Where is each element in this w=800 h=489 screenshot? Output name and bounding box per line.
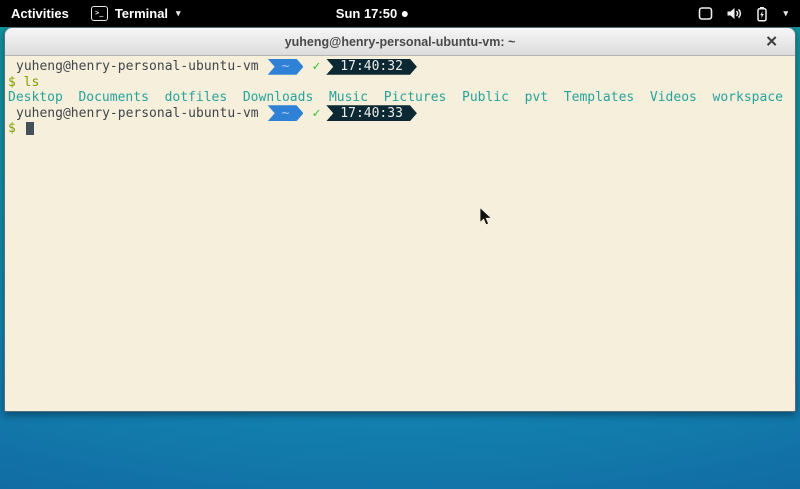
terminal-cursor [26, 122, 34, 135]
battery-charging-icon [755, 6, 769, 22]
status-check-icon: ✓ [312, 106, 320, 122]
window-title: yuheng@henry-personal-ubuntu-vm: ~ [285, 35, 516, 49]
window-icon [698, 6, 713, 21]
terminal-window: yuheng@henry-personal-ubuntu-vm: ~ ✕ yuh… [4, 27, 796, 412]
prompt-path: ~ [282, 59, 290, 75]
close-button[interactable]: ✕ [765, 34, 778, 49]
directory-name: Downloads [243, 90, 313, 105]
activities-button[interactable]: Activities [0, 0, 80, 27]
prompt-dollar: $ [8, 75, 16, 90]
directory-name: workspace [713, 90, 783, 105]
prompt-dollar: $ [8, 121, 16, 136]
current-command-line[interactable]: $ [8, 121, 792, 137]
app-menu-label: Terminal [115, 6, 168, 21]
title-bar[interactable]: yuheng@henry-personal-ubuntu-vm: ~ ✕ [5, 28, 795, 56]
prompt-path: ~ [282, 106, 290, 122]
directory-name: pvt [525, 90, 548, 105]
directory-name: Documents [78, 90, 148, 105]
command-line: $ ls [8, 75, 792, 91]
volume-icon [726, 6, 742, 21]
powerline-path-segment: ~ [268, 59, 304, 75]
powerline-time-segment: 17:40:32 [326, 59, 417, 75]
directory-name: Pictures [384, 90, 447, 105]
notification-dot [402, 11, 408, 17]
chevron-down-icon: ▾ [783, 8, 788, 19]
powerline-time-segment: 17:40:33 [326, 105, 417, 121]
directory-name: Public [462, 90, 509, 105]
powerline-path-segment: ~ [268, 105, 304, 121]
directory-name: Videos [650, 90, 697, 105]
terminal-content[interactable]: yuheng@henry-personal-ubuntu-vm ~ ✓ 17:4… [5, 56, 795, 411]
typed-command: ls [24, 75, 40, 90]
directory-name: Templates [564, 90, 634, 105]
chevron-down-icon: ▾ [176, 8, 181, 19]
prompt-user-host: yuheng@henry-personal-ubuntu-vm [16, 106, 259, 122]
prompt-line: yuheng@henry-personal-ubuntu-vm ~ ✓ 17:4… [8, 106, 792, 122]
mouse-pointer [479, 207, 493, 227]
status-check-icon: ✓ [312, 59, 320, 75]
top-bar: Activities >_ Terminal ▾ Sun 17:50 ▾ [0, 0, 800, 27]
ls-output-line: Desktop Documents dotfiles Downloads Mus… [8, 90, 792, 106]
prompt-time: 17:40:33 [340, 106, 403, 122]
app-menu-button[interactable]: >_ Terminal ▾ [80, 0, 192, 27]
directory-name: Music [329, 90, 368, 105]
prompt-time: 17:40:32 [340, 59, 403, 75]
system-menu-button[interactable]: ▾ [686, 0, 800, 27]
terminal-icon: >_ [91, 6, 108, 21]
clock-label: Sun 17:50 [336, 6, 397, 21]
prompt-user-host: yuheng@henry-personal-ubuntu-vm [16, 59, 259, 75]
prompt-line: yuheng@henry-personal-ubuntu-vm ~ ✓ 17:4… [8, 59, 792, 75]
clock-button[interactable]: Sun 17:50 [328, 0, 416, 27]
directory-name: Desktop [8, 90, 63, 105]
directory-name: dotfiles [165, 90, 228, 105]
